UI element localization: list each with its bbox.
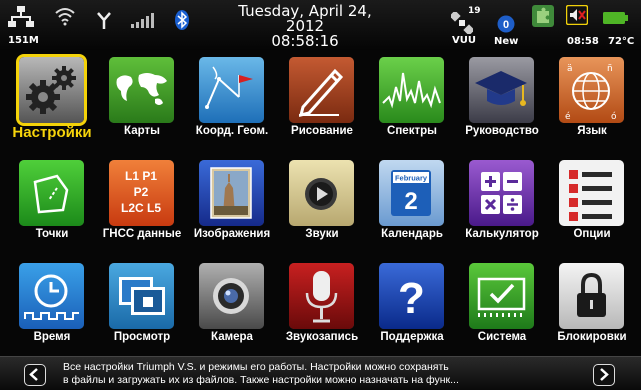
svg-text:0: 0: [503, 19, 509, 31]
tile-spectrum[interactable]: Спектры: [360, 52, 450, 152]
calculator-icon: [469, 160, 534, 226]
settings-gears-icon: [19, 57, 84, 123]
wifi-icon[interactable]: [55, 6, 75, 26]
signal-bars-icon[interactable]: [131, 12, 157, 28]
tile-calculator[interactable]: Калькулятор: [450, 155, 540, 255]
tile-label: Опции: [573, 228, 611, 240]
date-text: Tuesday, April 24, 2012: [238, 2, 372, 35]
svg-text:ñ: ñ: [607, 64, 613, 74]
tile-system[interactable]: Система: [450, 258, 540, 358]
tile-drawing[interactable]: Рисование: [270, 52, 360, 152]
tile-label: Блокировки: [557, 331, 627, 343]
help-text: Все настройки Triumph V.S. и режимы его …: [63, 361, 583, 387]
gnss-line-1: L1 P1: [125, 169, 157, 183]
tile-time[interactable]: Время: [0, 258, 90, 358]
satellites-count: 19: [468, 6, 481, 16]
gnss-line-2: P2: [134, 185, 149, 199]
svg-text:ó: ó: [611, 111, 617, 122]
chevron-right-icon: [600, 368, 609, 381]
previous-button[interactable]: [24, 364, 46, 386]
temperature-text: 72°C: [608, 36, 635, 47]
status-bar: 151M Tuesday, April 24, 2012 08:58:16 19…: [0, 0, 641, 50]
points-icon: [19, 160, 84, 226]
spectrum-icon: [379, 57, 444, 123]
graduation-cap-icon: [469, 57, 534, 123]
clock-time-icon: [19, 263, 84, 329]
tile-view[interactable]: Просмотр: [90, 258, 180, 358]
sounds-icon: [289, 160, 354, 226]
puzzle-icon[interactable]: [532, 5, 554, 27]
svg-text:?: ?: [398, 274, 425, 323]
battery-icon[interactable]: [603, 12, 629, 24]
time-text: 08:58:16: [271, 32, 339, 50]
tile-manual[interactable]: Руководство: [450, 52, 540, 152]
camera-icon: [199, 263, 264, 329]
calendar-day: 2: [404, 188, 417, 215]
speaker-muted-icon[interactable]: [566, 5, 588, 25]
tile-language[interactable]: ä ñ é ó Язык: [540, 52, 630, 152]
tile-gnss-data[interactable]: L1 P1 P2 L2C L5 ГНСС данные: [90, 155, 181, 255]
chevron-left-icon: [29, 368, 38, 381]
messages-icon[interactable]: 0: [497, 15, 515, 33]
date-time: Tuesday, April 24, 2012 08:58:16: [230, 4, 380, 49]
app-grid: Настройки Карты Коорд. Геом. Рисование С…: [0, 52, 641, 356]
tile-cogo[interactable]: Коорд. Геом.: [180, 52, 270, 152]
globe-language-icon: ä ñ é ó: [559, 57, 624, 123]
tile-label: Язык: [577, 125, 607, 137]
tile-locks[interactable]: Блокировки: [540, 258, 630, 358]
calendar-icon: February 2: [379, 160, 444, 226]
help-line-2: в файлы и загружать их из файлов. Также …: [63, 374, 459, 386]
next-button[interactable]: [593, 364, 615, 386]
tile-images[interactable]: Изображения: [180, 155, 270, 255]
gnss-line-3: L2C L5: [121, 201, 161, 215]
antenna-icon[interactable]: [97, 12, 111, 30]
gnss-data-icon: L1 P1 P2 L2C L5: [109, 160, 174, 226]
bluetooth-icon[interactable]: [175, 10, 189, 30]
microphone-icon: [289, 263, 354, 329]
svg-text:é: é: [565, 111, 571, 122]
satellites-label: VUU: [452, 35, 476, 46]
tile-support[interactable]: ? Поддержка: [360, 258, 450, 358]
calendar-month: February: [395, 174, 428, 183]
padlock-icon: [559, 263, 624, 329]
messages-label: New: [494, 36, 519, 47]
world-map-icon: [109, 57, 174, 123]
question-support-icon: ?: [379, 263, 444, 329]
view-screens-icon: [109, 263, 174, 329]
tile-sound-recording[interactable]: Звукозапись: [270, 258, 360, 358]
tile-camera[interactable]: Камера: [180, 258, 270, 358]
tile-sounds[interactable]: Звуки: [270, 155, 360, 255]
images-icon: [199, 160, 264, 226]
pencil-drawing-icon: [289, 57, 354, 123]
svg-text:ä: ä: [567, 64, 573, 74]
system-screen-icon: [469, 263, 534, 329]
tile-calendar[interactable]: February 2 Календарь: [360, 155, 450, 255]
network-icon[interactable]: [8, 5, 34, 33]
options-checklist-icon: [559, 160, 624, 226]
tile-maps[interactable]: Карты: [90, 52, 180, 152]
help-line-1: Все настройки Triumph V.S. и режимы его …: [63, 361, 449, 373]
tile-options[interactable]: Опции: [540, 155, 630, 255]
help-bar: Все настройки Triumph V.S. и режимы его …: [0, 356, 641, 390]
tile-points[interactable]: Точки: [0, 155, 90, 255]
coordinate-geometry-icon: [199, 57, 264, 123]
tile-settings[interactable]: Настройки: [0, 52, 92, 152]
clock-text: 08:58: [567, 36, 599, 47]
network-label: 151M: [8, 35, 39, 46]
